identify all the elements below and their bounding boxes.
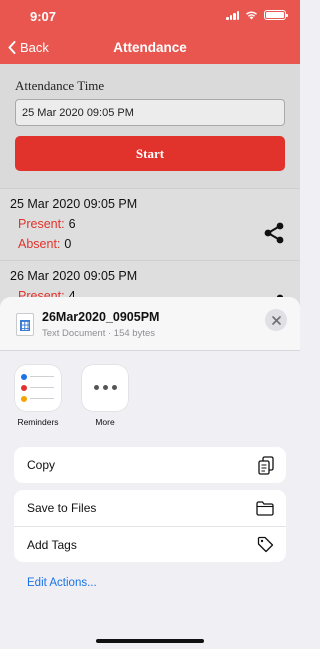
save-to-files-label: Save to Files <box>27 501 97 515</box>
copy-label: Copy <box>27 458 56 472</box>
share-app-label: More <box>95 417 115 427</box>
attendance-time-field[interactable]: 25 Mar 2020 09:05 PM <box>15 99 285 126</box>
more-icon <box>82 365 128 411</box>
file-meta: Text Document · 154 bytes <box>42 328 155 339</box>
attendance-time-panel: Attendance Time 25 Mar 2020 09:05 PM Sta… <box>0 64 300 188</box>
page-title: Attendance <box>113 40 187 55</box>
folder-icon <box>256 501 274 516</box>
record-date: 26 Mar 2020 09:05 PM <box>10 269 138 283</box>
action-group-files: Save to Files Add Tags <box>14 490 286 562</box>
absent-label: Absent: <box>18 237 61 251</box>
present-label: Present: <box>18 217 65 231</box>
status-time: 9:07 <box>30 9 57 24</box>
share-app-row: Reminders More <box>0 357 300 433</box>
copy-icon <box>258 456 274 475</box>
file-name: 26Mar2020_0905PM <box>42 310 160 324</box>
share-app-label: Reminders <box>17 417 59 427</box>
start-button[interactable]: Start <box>15 136 285 171</box>
tag-icon <box>257 536 274 553</box>
share-sheet: 26Mar2020_0905PM Text Document · 154 byt… <box>0 297 300 649</box>
share-icon[interactable] <box>262 221 286 245</box>
record-date: 25 Mar 2020 09:05 PM <box>10 197 138 211</box>
battery-icon <box>264 10 288 20</box>
absent-row: Absent: 0 <box>18 237 71 251</box>
save-to-files-action[interactable]: Save to Files <box>14 490 286 526</box>
wifi-icon <box>245 10 258 20</box>
add-tags-action[interactable]: Add Tags <box>14 526 286 562</box>
status-icons <box>226 10 288 20</box>
cellular-signal-icon <box>226 10 239 20</box>
absent-count: 0 <box>64 237 72 251</box>
reminders-icon <box>15 365 61 411</box>
attendance-record[interactable]: 25 Mar 2020 09:05 PM Present: 6 Absent: 0 <box>0 188 300 260</box>
document-icon <box>16 313 34 336</box>
share-sheet-header: 26Mar2020_0905PM Text Document · 154 byt… <box>0 297 300 351</box>
close-button[interactable] <box>265 309 287 331</box>
home-indicator <box>96 639 204 643</box>
action-group-copy: Copy <box>14 447 286 483</box>
share-app-reminders[interactable]: Reminders <box>8 365 68 427</box>
attendance-time-label: Attendance Time <box>15 78 105 93</box>
edit-actions-link[interactable]: Edit Actions... <box>27 577 97 589</box>
share-app-more[interactable]: More <box>75 365 135 427</box>
status-bar: 9:07 <box>0 0 300 34</box>
copy-action[interactable]: Copy <box>14 447 286 483</box>
nav-bar: Back Attendance <box>0 34 300 64</box>
present-count: 6 <box>68 217 76 231</box>
close-icon <box>271 315 281 325</box>
add-tags-label: Add Tags <box>27 538 77 552</box>
present-row: Present: 6 <box>18 217 76 231</box>
